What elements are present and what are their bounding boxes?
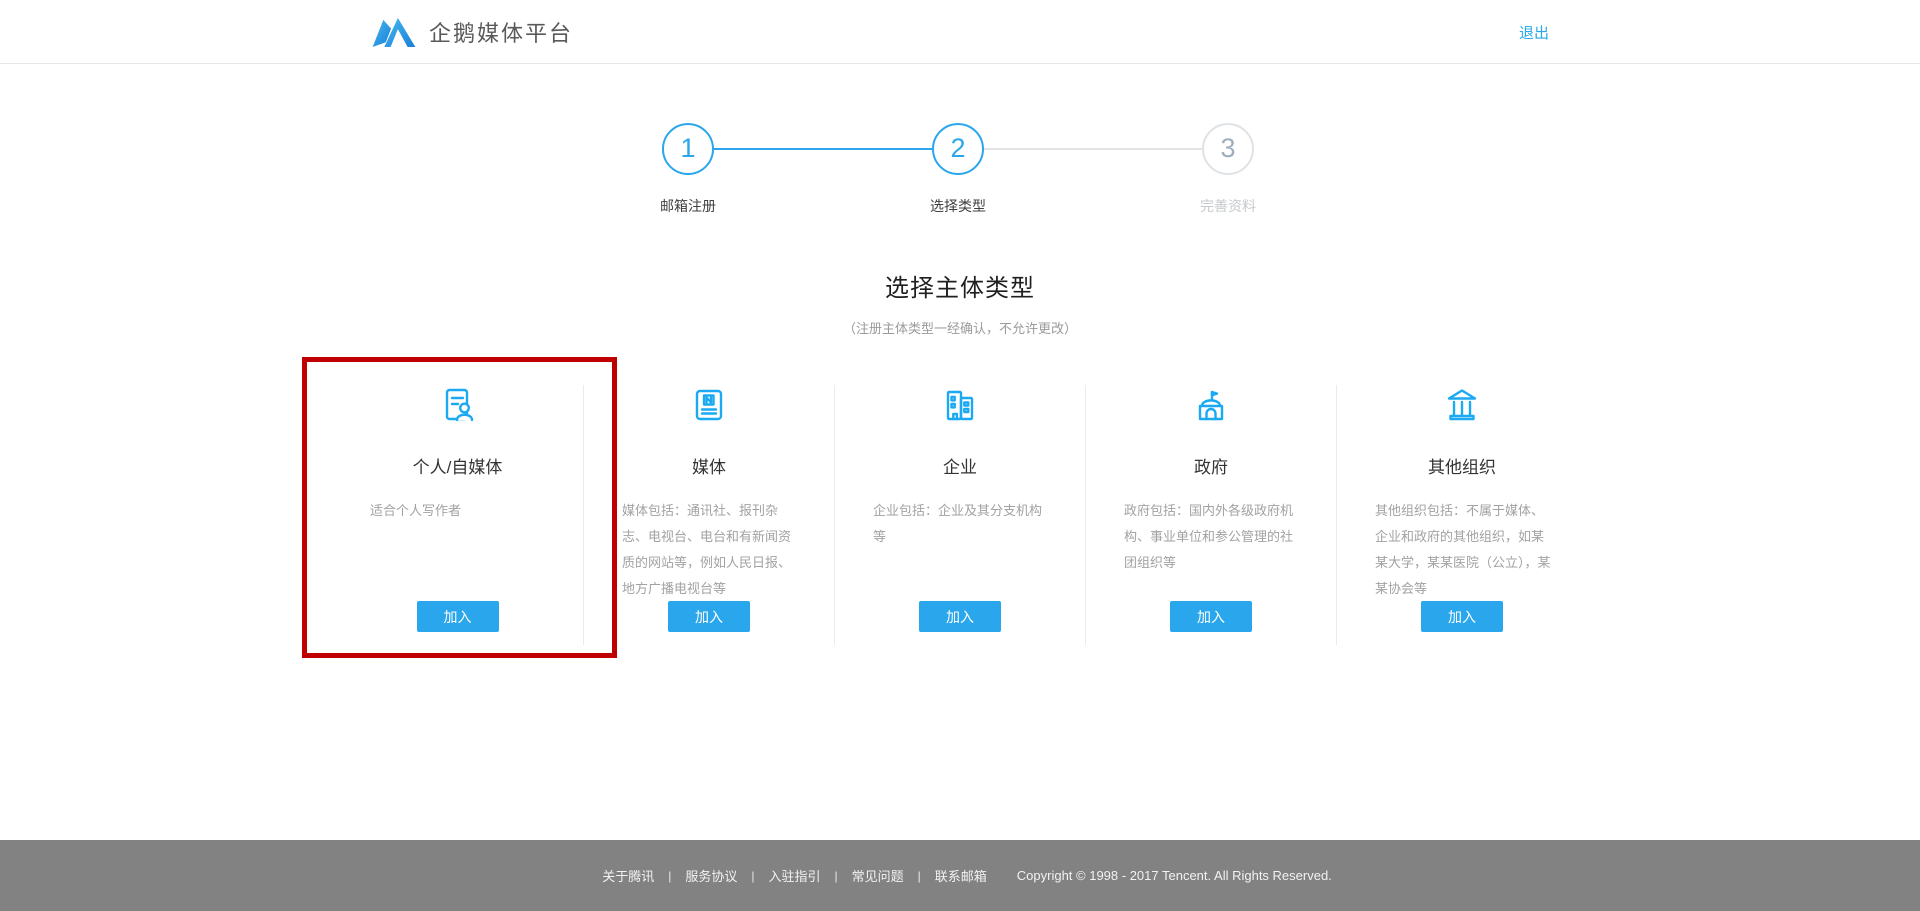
account-type-card: 政府 政府包括：国内外各级政府机构、事业单位和参公管理的社团组织等 加入 [1085, 385, 1336, 645]
step-label: 邮箱注册 [618, 196, 758, 216]
join-button[interactable]: 加入 [1421, 601, 1503, 632]
join-button[interactable]: 加入 [1170, 601, 1252, 632]
join-button[interactable]: 加入 [668, 601, 750, 632]
step-number: 1 [662, 123, 714, 175]
penguin-media-logo-icon [371, 16, 417, 49]
footer-link[interactable]: 关于腾讯 [602, 866, 654, 885]
copyright-text: Copyright © 1998 - 2017 Tencent. All Rig… [1017, 868, 1332, 883]
card-title: 媒体 [584, 457, 834, 479]
footer-link[interactable]: 联系邮箱 [935, 866, 987, 885]
step-item-1: 1 邮箱注册 [618, 123, 758, 216]
footer-separator: | [835, 869, 838, 883]
card-description: 适合个人写作者 [370, 498, 549, 524]
step-label: 选择类型 [888, 196, 1028, 216]
card-description: 其他组织包括：不属于媒体、企业和政府的其他组织，如某某大学，某某医院（公立），某… [1375, 498, 1553, 602]
account-type-card: 企业 企业包括：企业及其分支机构等 加入 [834, 385, 1085, 645]
join-button[interactable]: 加入 [919, 601, 1001, 632]
id-card-person-icon [438, 385, 478, 425]
buildings-icon [940, 385, 980, 425]
account-type-card: 其他组织 其他组织包括：不属于媒体、企业和政府的其他组织，如某某大学，某某医院（… [1336, 385, 1587, 645]
footer-link[interactable]: 入驻指引 [768, 866, 820, 885]
page: 企鹅媒体平台 退出 1 邮箱注册 2 选择类型 3 完善资料 选择主体类型 （注… [0, 0, 1920, 911]
government-icon [1191, 385, 1231, 425]
step-item-3: 3 完善资料 [1158, 123, 1298, 216]
newspaper-icon [689, 385, 729, 425]
footer-link[interactable]: 服务协议 [685, 866, 737, 885]
footer-separator: | [918, 869, 921, 883]
footer-separator: | [668, 869, 671, 883]
header-inner: 企鹅媒体平台 退出 [371, 0, 1549, 64]
step-item-2: 2 选择类型 [888, 123, 1028, 216]
join-button[interactable]: 加入 [417, 601, 499, 632]
card-title: 政府 [1086, 457, 1336, 479]
card-title: 企业 [835, 457, 1085, 479]
footer-links: 关于腾讯 | 服务协议 | 入驻指引 | 常见问题 | 联系邮箱 [588, 866, 1001, 885]
card-title: 其他组织 [1337, 457, 1587, 479]
logout-link[interactable]: 退出 [1519, 22, 1549, 43]
page-title: 选择主体类型 [0, 268, 1920, 303]
footer: 关于腾讯 | 服务协议 | 入驻指引 | 常见问题 | 联系邮箱 Copyright © 199… [0, 840, 1920, 911]
logo-text: 企鹅媒体平台 [429, 16, 573, 48]
page-subtitle: （注册主体类型一经确认，不允许更改） [0, 318, 1920, 337]
card-description: 媒体包括：通讯社、报刊杂志、电视台、电台和有新闻资质的网站等，例如人民日报、地方… [622, 498, 800, 602]
account-type-card: 个人/自媒体 适合个人写作者 加入 [332, 385, 583, 645]
account-type-card: 媒体 媒体包括：通讯社、报刊杂志、电视台、电台和有新闻资质的网站等，例如人民日报… [583, 385, 834, 645]
footer-separator: | [751, 869, 754, 883]
card-title: 个人/自媒体 [332, 457, 583, 479]
step-number: 2 [932, 123, 984, 175]
card-description: 政府包括：国内外各级政府机构、事业单位和参公管理的社团组织等 [1124, 498, 1302, 576]
logo[interactable]: 企鹅媒体平台 [371, 16, 573, 49]
header: 企鹅媒体平台 退出 [0, 0, 1920, 64]
step-number: 3 [1202, 123, 1254, 175]
step-label: 完善资料 [1158, 196, 1298, 216]
footer-link[interactable]: 常见问题 [852, 866, 904, 885]
account-type-cards: 个人/自媒体 适合个人写作者 加入 媒体 媒体包括：通讯社、报刊杂志、电视台、电… [332, 385, 1588, 645]
card-description: 企业包括：企业及其分支机构等 [873, 498, 1051, 550]
bank-icon [1442, 385, 1482, 425]
